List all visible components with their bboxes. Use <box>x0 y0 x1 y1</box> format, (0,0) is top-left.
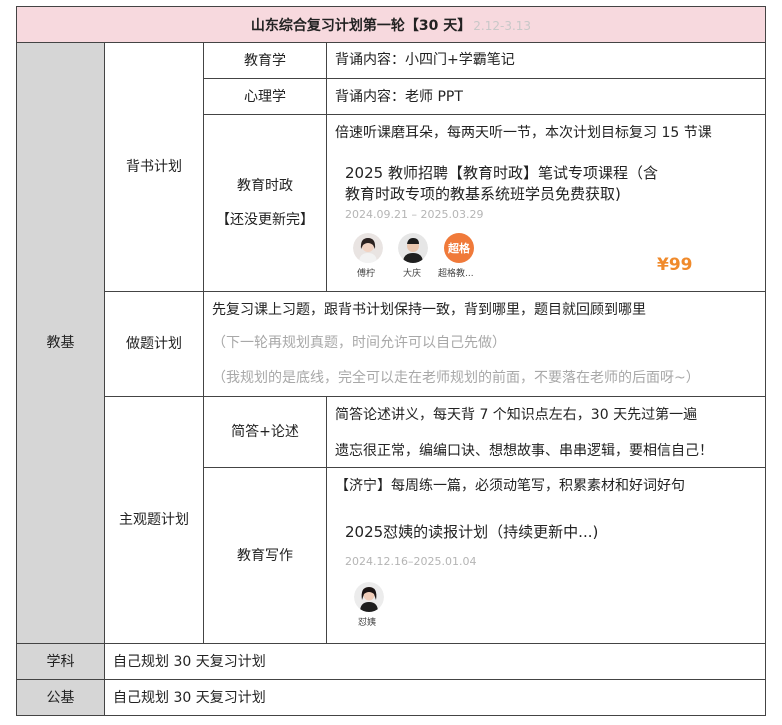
item-shizheng-label: 教育时政 <box>237 178 293 194</box>
teacher-avatar-female-icon <box>354 582 384 612</box>
item-shizheng: 教育时政 【还没更新完】 <box>203 114 327 292</box>
chaoge-logo-icon: 超格 <box>444 233 474 263</box>
teacher-avatar-male-icon <box>398 233 428 263</box>
subcategory-beishu-label: 背书计划 <box>126 159 182 175</box>
item-jianda-content-cell: 简答论述讲义，每天背 7 个知识点左右，30 天先过第一遍 遗忘很正常，编编口诀… <box>326 396 766 468</box>
plan-title-text: 山东综合复习计划第一轮【30 天】 <box>250 17 472 34</box>
item-shizheng-content: 倍速听课磨耳朵，每两天听一节，本次计划目标复习 15 节课 <box>335 125 712 141</box>
item-jiaoyuxue: 教育学 <box>203 42 327 79</box>
xiezuo-content: 【济宁】每周练一篇，必须动笔写，积累素材和好词好句 <box>335 478 685 494</box>
item-xiezuo-label: 教育写作 <box>237 547 293 564</box>
jianda-line2: 遗忘很正常，编编口诀、想想故事、串串逻辑，要相信自己！ <box>335 443 713 459</box>
item-xinlixue-content-cell: 背诵内容：老师 PPT <box>326 78 766 115</box>
subcategory-zuoti: 做题计划 <box>104 291 204 397</box>
zuoti-content-cell: 先复习课上习题，跟背书计划保持一致，背到哪里，题目就回顾到哪里 （下一轮再规划真… <box>203 291 766 397</box>
item-jiaoyuxue-content-cell: 背诵内容：小四门+学霸笔记 <box>326 42 766 79</box>
item-xinlixue-content: 背诵内容：老师 PPT <box>335 89 463 105</box>
zuoti-line2: （下一轮再规划真题，时间允许可以自己先做） <box>212 335 506 351</box>
item-jianda: 简答+论述 <box>203 396 327 468</box>
category-gongji: 公基 <box>16 679 105 716</box>
subcategory-beishu: 背书计划 <box>104 42 204 292</box>
item-jiaoyuxue-content: 背诵内容：小四门+学霸笔记 <box>335 52 515 68</box>
category-xueke: 学科 <box>16 643 105 680</box>
category-jiaoji-label: 教基 <box>46 335 75 351</box>
course-shizheng-title-line2: 教育时政专项的教基系统班学员免费获取) <box>345 185 621 203</box>
category-gongji-label: 公基 <box>46 689 75 706</box>
xueke-content: 自己规划 30 天复习计划 <box>113 654 266 670</box>
chaoge-logo-text: 超格 <box>448 242 470 255</box>
gongji-content-cell: 自己规划 30 天复习计划 <box>104 679 766 716</box>
subcategory-zuoti-label: 做题计划 <box>126 336 182 352</box>
plan-title-bar: 山东综合复习计划第一轮【30 天】 2.12-3.13 <box>16 6 766 43</box>
item-xinlixue-label: 心理学 <box>244 88 286 105</box>
jianda-line1: 简答论述讲义，每天背 7 个知识点左右，30 天先过第一遍 <box>335 407 698 423</box>
teacher-name: 大庆 <box>403 269 422 279</box>
teacher-avatar-female-icon <box>353 233 383 263</box>
item-jianda-label: 简答+论述 <box>231 424 299 440</box>
zuoti-line1: 先复习课上习题，跟背书计划保持一致，背到哪里，题目就回顾到哪里 <box>212 302 646 318</box>
course-shizheng-title[interactable]: 2025 教师招聘【教育时政】笔试专项课程（含 教育时政专项的教基系统班学员免费… <box>345 163 658 205</box>
teacher-name: 超格教... <box>438 269 474 279</box>
course-xiezuo-date: 2024.12.16–2025.01.04 <box>345 555 477 568</box>
category-jiaoji: 教基 <box>16 42 105 644</box>
subcategory-zhuguan: 主观题计划 <box>104 396 204 644</box>
item-xiezuo: 教育写作 <box>203 467 327 644</box>
course-card-xiezuo[interactable]: 2025怼姨的读报计划（持续更新中...) 2024.12.16–2025.01… <box>337 512 757 637</box>
course-xiezuo-title[interactable]: 2025怼姨的读报计划（持续更新中...) <box>345 522 598 543</box>
item-xinlixue: 心理学 <box>203 78 327 115</box>
item-shizheng-note: 【还没更新完】 <box>216 212 314 228</box>
category-xueke-label: 学科 <box>46 653 75 670</box>
item-shizheng-content-cell: 倍速听课磨耳朵，每两天听一节，本次计划目标复习 15 节课 2025 教师招聘【… <box>326 114 766 292</box>
plan-title: 山东综合复习计划第一轮【30 天】 2.12-3.13 <box>251 15 531 35</box>
plan-title-dates: 2.12-3.13 <box>473 18 532 33</box>
subcategory-zhuguan-label: 主观题计划 <box>119 512 189 528</box>
course-shizheng-date: 2024.09.21 – 2025.03.29 <box>345 208 484 221</box>
xueke-content-cell: 自己规划 30 天复习计划 <box>104 643 766 680</box>
course-card-shizheng[interactable]: 2025 教师招聘【教育时政】笔试专项课程（含 教育时政专项的教基系统班学员免费… <box>337 153 757 285</box>
teacher-name: 傅柠 <box>357 269 376 279</box>
course-price: ¥99 <box>657 255 693 275</box>
zuoti-line3: （我规划的是底线，完全可以走在老师规划的前面，不要落在老师的后面呀~） <box>212 370 700 386</box>
item-xiezuo-content-cell: 【济宁】每周练一篇，必须动笔写，积累素材和好词好句 2025怼姨的读报计划（持续… <box>326 467 766 644</box>
teacher-name: 怼姨 <box>358 618 377 628</box>
course-shizheng-title-line1: 2025 教师招聘【教育时政】笔试专项课程（含 <box>345 164 658 182</box>
gongji-content: 自己规划 30 天复习计划 <box>113 690 266 706</box>
item-jiaoyuxue-label: 教育学 <box>244 52 286 69</box>
